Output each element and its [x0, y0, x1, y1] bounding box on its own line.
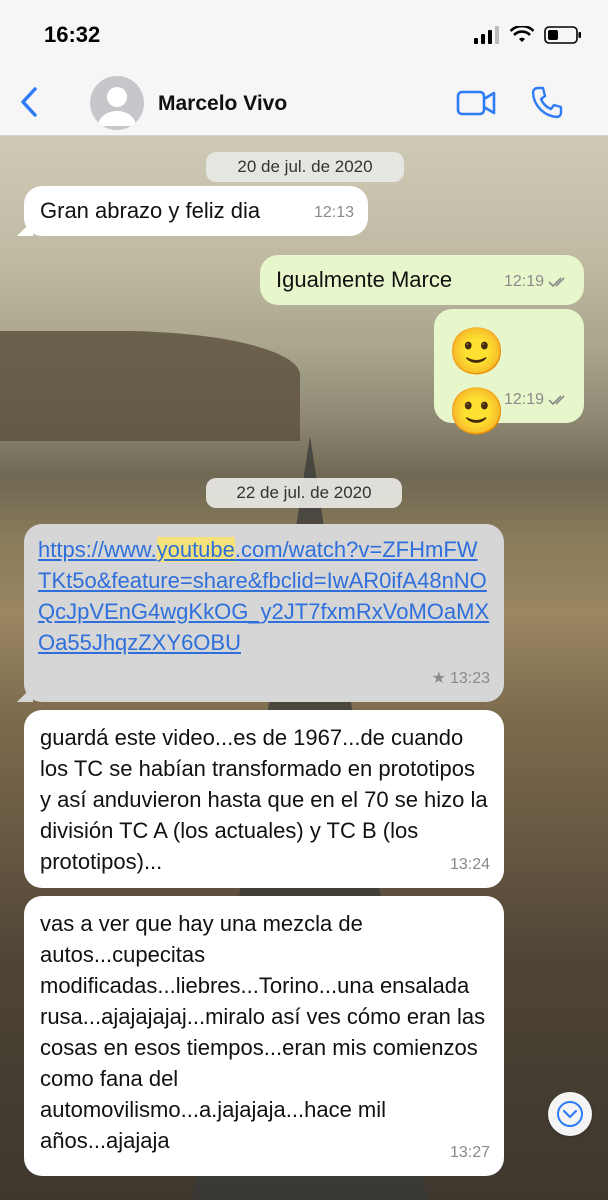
message-text: vas a ver que hay una mezcla de autos...…	[40, 911, 486, 1153]
signal-icon	[474, 26, 499, 44]
message-time: 13:24	[449, 856, 490, 873]
chat-header: Marcelo Vivo	[0, 70, 608, 136]
message-time: 12:13	[313, 204, 354, 221]
message-bubble-incoming[interactable]: https://www.youtube.com/watch?v=ZFHmFWTK…	[17, 524, 504, 702]
video-call-button[interactable]	[456, 88, 496, 118]
chat-area[interactable]: 20 de jul. de 2020 Gran abrazo y feliz d…	[0, 136, 608, 1200]
message-time: 13:27	[449, 1144, 490, 1161]
back-button[interactable]	[14, 84, 44, 120]
message-bubble-incoming[interactable]: Gran abrazo y feliz dia 12:13	[17, 186, 368, 236]
star-icon: ★	[431, 670, 446, 687]
status-time: 16:32	[44, 22, 101, 47]
chevron-left-icon	[21, 87, 37, 117]
scroll-to-bottom-button[interactable]	[548, 1092, 592, 1136]
message-link[interactable]: https://www.youtube.com/watch?v=ZFHmFWTK…	[38, 537, 489, 655]
message-bubble-outgoing[interactable]: 🙂 🙂 12:19	[434, 309, 584, 438]
message-bubble-incoming[interactable]: guardá este video...es de 1967...de cuan…	[24, 710, 504, 888]
video-camera-icon	[456, 90, 496, 116]
chevron-down-icon	[557, 1101, 583, 1127]
message-text: Gran abrazo y feliz dia	[40, 198, 261, 223]
date-separator: 22 de jul. de 2020	[206, 478, 402, 508]
message-emoji: 🙂 🙂	[448, 324, 506, 438]
status-bar: 16:32	[0, 0, 608, 70]
message-meta: ★ 13:23	[432, 663, 490, 694]
contact-name[interactable]: Marcelo Vivo	[158, 92, 287, 116]
wifi-icon	[510, 26, 534, 42]
wallpaper-hill	[0, 331, 300, 441]
message-meta: 12:19	[504, 266, 570, 297]
message-meta: 12:19	[504, 384, 570, 415]
avatar[interactable]	[90, 76, 144, 130]
voice-call-button[interactable]	[530, 85, 564, 119]
message-bubble-outgoing[interactable]: Igualmente Marce 12:19	[260, 255, 584, 305]
phone-icon	[531, 86, 563, 119]
message-text: guardá este video...es de 1967...de cuan…	[40, 725, 488, 874]
message-bubble-incoming[interactable]: vas a ver que hay una mezcla de autos...…	[24, 896, 504, 1176]
battery-icon	[544, 26, 581, 44]
read-ticks-icon	[548, 394, 565, 405]
read-ticks-icon	[548, 276, 565, 287]
status-icons	[474, 26, 582, 44]
message-text: Igualmente Marce	[276, 267, 453, 292]
date-separator: 20 de jul. de 2020	[206, 152, 404, 182]
person-icon	[98, 87, 136, 126]
